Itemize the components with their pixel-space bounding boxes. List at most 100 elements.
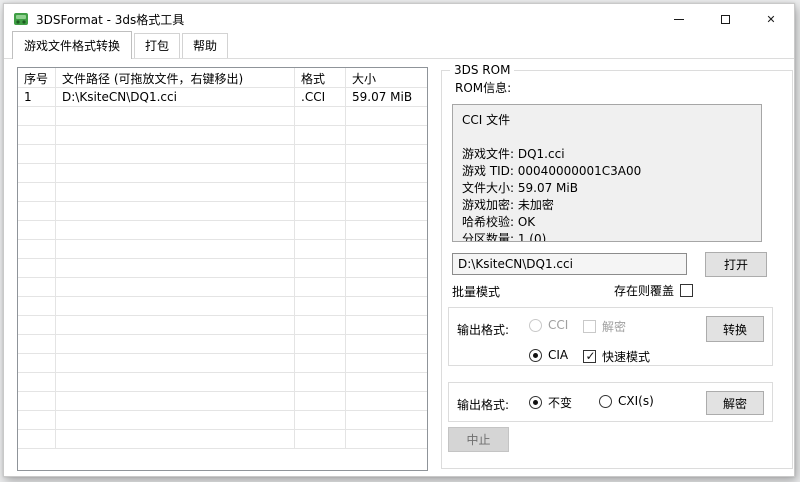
rom-groupbox: 3DS ROM ROM信息: CCI 文件 游戏文件: DQ1.cci游戏 TI… [441,70,793,469]
table-cell [295,126,346,144]
table-empty-row [18,335,427,354]
table-empty-row [18,373,427,392]
title-bar: 3DSFormat - 3ds格式工具 ✕ [4,4,794,34]
radio-unchanged[interactable]: 不变 [529,394,572,411]
maximize-button[interactable] [702,4,748,34]
maximize-icon [721,15,730,24]
radio-cia[interactable]: CIA [529,348,568,362]
rom-info-line: 游戏加密: 未加密 [462,197,752,214]
column-header[interactable]: 大小 [346,68,427,87]
convert-output-format-label: 输出格式: [457,321,509,338]
table-empty-row [18,145,427,164]
radio-cci-label: CCI [548,318,568,332]
table-cell [295,221,346,239]
checkbox-fast-mode-label: 快速模式 [602,348,650,365]
minimize-button[interactable] [656,4,702,34]
file-list-table[interactable]: 序号文件路径 (可拖放文件，右键移出)格式大小1D:\KsiteCN\DQ1.c… [17,67,428,471]
table-cell [346,221,427,239]
column-header[interactable]: 序号 [18,68,56,87]
table-cell [346,373,427,391]
rom-info-line: CCI 文件 [462,112,752,129]
table-empty-row [18,126,427,145]
app-window: 3DSFormat - 3ds格式工具 ✕ 游戏文件格式转换打包帮助 序号文件路… [3,3,795,477]
radio-cxi[interactable]: CXI(s) [599,394,654,408]
table-cell [295,392,346,410]
file-path-input[interactable] [452,253,687,275]
table-empty-row [18,278,427,297]
open-button[interactable]: 打开 [705,252,767,277]
window-controls: ✕ [656,4,794,34]
column-header[interactable]: 文件路径 (可拖放文件，右键移出) [56,68,295,87]
table-cell [295,373,346,391]
table-cell [56,335,295,353]
table-empty-row [18,240,427,259]
table-cell [346,126,427,144]
table-empty-row [18,107,427,126]
rom-groupbox-title: 3DS ROM [450,63,514,78]
radio-cia-label: CIA [548,348,568,362]
table-cell [56,316,295,334]
tab-1[interactable]: 打包 [134,33,180,58]
radio-unchanged-label: 不变 [548,394,572,411]
radio-cxi-label: CXI(s) [618,394,654,408]
table-cell [18,202,56,220]
table-header-row[interactable]: 序号文件路径 (可拖放文件，右键移出)格式大小 [18,68,427,88]
window-title: 3DSFormat - 3ds格式工具 [36,11,184,28]
table-cell [18,221,56,239]
table-cell [346,297,427,315]
convert-groupbox: 输出格式: CCI 解密 转换 CIA 快速模式 [448,307,773,366]
minimize-icon [674,19,684,20]
rom-info-line: 哈希校验: OK [462,214,752,231]
radio-off-icon [529,319,542,332]
close-button[interactable]: ✕ [748,4,794,34]
table-cell [295,430,346,448]
overwrite-label: 存在则覆盖 [614,282,674,299]
table-cell [346,278,427,296]
table-cell [56,183,295,201]
table-cell [56,278,295,296]
radio-off-icon [599,395,612,408]
table-cell [56,240,295,258]
table-cell[interactable]: 59.07 MiB [346,88,427,106]
table-empty-row [18,430,427,449]
unchecked-checkbox-icon [680,284,693,297]
app-icon [13,11,29,27]
tab-2[interactable]: 帮助 [182,33,228,58]
table-cell [295,354,346,372]
rom-info-line: 游戏文件: DQ1.cci [462,146,752,163]
table-cell [346,392,427,410]
checkbox-fast-mode[interactable]: 快速模式 [583,348,650,365]
table-cell[interactable]: D:\KsiteCN\DQ1.cci [56,88,295,106]
table-cell [56,392,295,410]
overwrite-checkbox[interactable]: 存在则覆盖 [614,282,693,299]
rom-info-box: CCI 文件 游戏文件: DQ1.cci游戏 TID: 00040000001C… [452,104,762,242]
table-cell [18,411,56,429]
abort-button[interactable]: 中止 [448,427,509,452]
table-cell [346,335,427,353]
table-cell [295,297,346,315]
tab-0[interactable]: 游戏文件格式转换 [12,31,132,59]
rom-info-line: 分区数量: 1 (0) [462,231,752,242]
table-row[interactable]: 1D:\KsiteCN\DQ1.cci.CCI59.07 MiB [18,88,427,107]
table-cell [56,145,295,163]
table-cell [295,202,346,220]
decrypt-button[interactable]: 解密 [706,391,764,415]
table-cell [56,259,295,277]
table-cell [295,411,346,429]
table-cell [346,316,427,334]
table-cell [56,354,295,372]
unchecked-checkbox-icon [583,320,596,333]
table-cell [346,107,427,125]
table-cell [295,145,346,163]
column-header[interactable]: 格式 [295,68,346,87]
radio-on-icon [529,396,542,409]
table-empty-row [18,259,427,278]
checkbox-decrypt-label: 解密 [602,318,626,335]
convert-button[interactable]: 转换 [706,316,764,342]
table-cell [18,316,56,334]
table-cell [295,164,346,182]
close-icon: ✕ [766,14,775,25]
rom-info-label: ROM信息: [455,79,511,96]
table-cell[interactable]: 1 [18,88,56,106]
table-cell[interactable]: .CCI [295,88,346,106]
